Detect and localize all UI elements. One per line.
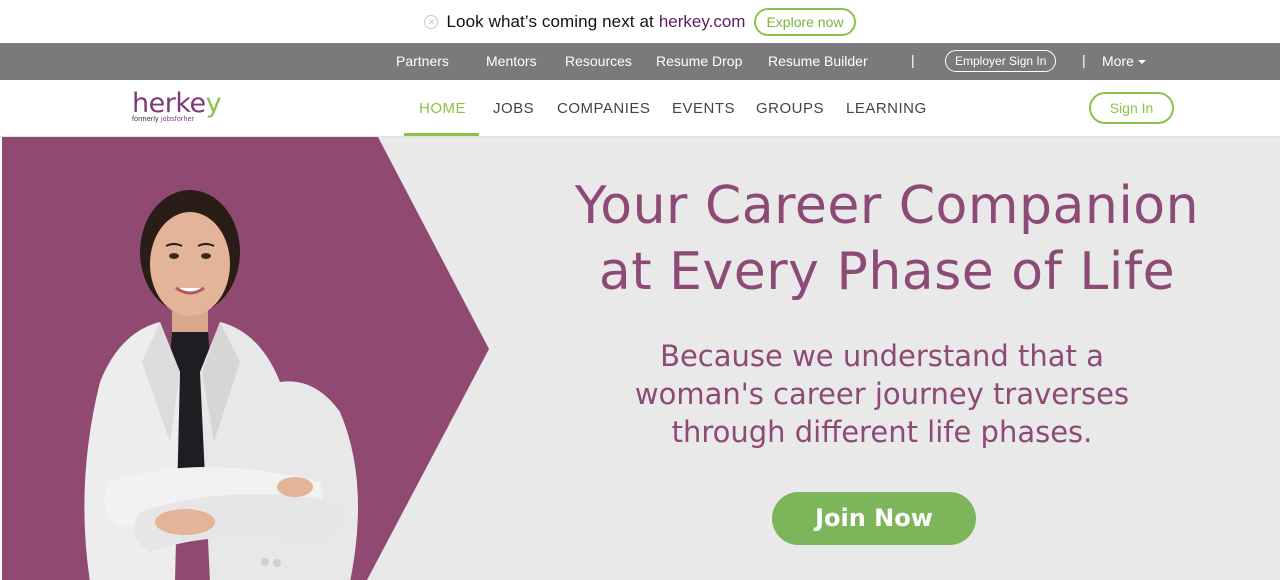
caret-down-icon <box>1137 60 1146 65</box>
topnav-item-resume-builder[interactable]: Resume Builder <box>768 53 868 69</box>
hero-subtext-line3: through different life phases. <box>671 415 1093 449</box>
topnav-separator: | <box>1082 52 1086 68</box>
employer-sign-in-button[interactable]: Employer Sign In <box>945 50 1057 72</box>
announcement-brand-link[interactable]: herkey.com <box>659 12 746 32</box>
top-utility-nav: Partners Mentors Resources Resume Drop R… <box>0 43 1280 80</box>
hero-headline-line2: at Every Phase of Life <box>598 242 1176 302</box>
nav-item-events[interactable]: EVENTS <box>672 100 735 117</box>
topnav-item-resources[interactable]: Resources <box>565 53 632 69</box>
announcement-bar: ✕ Look what’s coming next at herkey.com … <box>0 0 1280 43</box>
explore-now-button[interactable]: Explore now <box>754 7 856 36</box>
logo-wordmark: herkey <box>132 88 222 119</box>
topnav-item-resume-drop[interactable]: Resume Drop <box>656 53 742 69</box>
join-now-button[interactable]: Join Now <box>772 492 976 545</box>
hero-subtext: Because we understand that a woman's car… <box>582 337 1182 451</box>
hero-woman-image <box>84 190 358 580</box>
sign-in-button[interactable]: Sign In <box>1089 92 1174 124</box>
main-header: herkey formerly jobsforher HOME JOBS COM… <box>0 80 1280 137</box>
hero-subtext-line2: woman's career journey traverses <box>634 377 1130 411</box>
nav-item-jobs[interactable]: JOBS <box>493 100 534 117</box>
topnav-separator: | <box>911 52 915 68</box>
nav-item-learning[interactable]: LEARNING <box>846 100 927 117</box>
hero-banner: Your Career Companion at Every Phase of … <box>2 137 1280 580</box>
more-dropdown[interactable]: More <box>1102 53 1146 69</box>
hero-headline-line1: Your Career Companion <box>574 176 1200 236</box>
hero-headline: Your Career Companion at Every Phase of … <box>547 173 1227 305</box>
topnav-item-mentors[interactable]: Mentors <box>486 53 537 69</box>
announcement-message: Look what’s coming next at <box>446 11 654 31</box>
hero-subtext-line1: Because we understand that a <box>660 339 1104 373</box>
more-label: More <box>1102 53 1134 69</box>
herkey-logo[interactable]: herkey formerly jobsforher <box>132 88 222 123</box>
active-nav-underline <box>404 133 479 136</box>
close-icon[interactable]: ✕ <box>424 14 439 29</box>
nav-item-home[interactable]: HOME <box>419 100 466 117</box>
nav-item-groups[interactable]: GROUPS <box>756 100 824 117</box>
nav-item-companies[interactable]: COMPANIES <box>557 100 650 117</box>
topnav-item-partners[interactable]: Partners <box>396 53 449 69</box>
